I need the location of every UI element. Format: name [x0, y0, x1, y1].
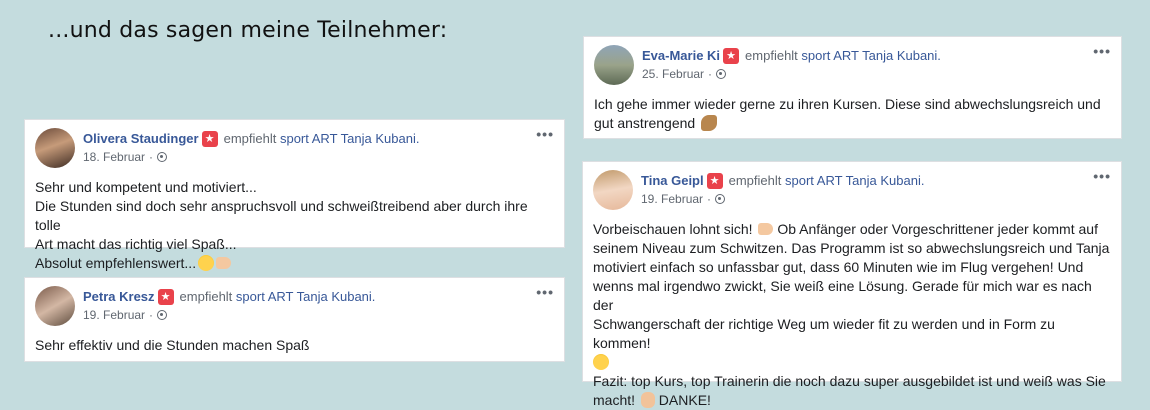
review-text: Vorbeischauen lohnt sich! Ob Anfänger od… [593, 221, 1110, 408]
reviewer-name[interactable]: Petra Kresz [83, 288, 155, 305]
flexed-biceps-emoji-icon [701, 115, 718, 131]
clapping-hands-emoji-icon [640, 392, 655, 408]
review-card-olivera: Olivera Staudinger ★ empfiehlt sport ART… [24, 119, 565, 271]
more-options-icon[interactable]: ••• [536, 284, 554, 300]
review-text: Sehr effektiv und die Stunden machen Spa… [35, 337, 310, 353]
smile-emoji-icon [198, 255, 215, 271]
review-header: Tina Geipl ★ empfiehlt sport ART Tanja K… [593, 168, 1111, 210]
separator-dot: · [708, 67, 713, 81]
recommendation-badge-icon: ★ [723, 47, 740, 64]
review-date[interactable]: 19. Februar [83, 308, 145, 322]
avatar[interactable] [594, 45, 634, 85]
avatar[interactable] [35, 286, 75, 326]
reviewer-name[interactable]: Tina Geipl [641, 172, 704, 189]
review-text: Ich gehe immer wieder gerne zu ihren Kur… [594, 96, 1101, 131]
separator-dot: · [149, 308, 154, 322]
avatar[interactable] [35, 128, 75, 168]
review-header: Olivera Staudinger ★ empfiehlt sport ART… [35, 126, 554, 168]
page-link[interactable]: sport ART Tanja Kubani. [801, 47, 940, 64]
globe-icon [716, 69, 727, 79]
review-date[interactable]: 25. Februar [642, 67, 704, 81]
more-options-icon[interactable]: ••• [1093, 168, 1111, 184]
page-heading: ...und das sagen meine Teilnehmer: [48, 18, 448, 43]
review-date[interactable]: 18. Februar [83, 150, 145, 164]
page-link[interactable]: sport ART Tanja Kubani. [280, 130, 419, 147]
recommends-text: empfiehlt [179, 289, 233, 304]
reviewer-name[interactable]: Eva-Marie Ki [642, 47, 720, 64]
globe-icon [157, 152, 168, 162]
review-card-tina: Tina Geipl ★ empfiehlt sport ART Tanja K… [582, 161, 1122, 408]
review-date[interactable]: 19. Februar [641, 192, 703, 206]
recommends-text: empfiehlt [745, 48, 798, 63]
review-card-petra: Petra Kresz ★ empfiehlt sport ART Tanja … [24, 277, 565, 362]
separator-dot: · [149, 150, 154, 164]
more-options-icon[interactable]: ••• [536, 126, 554, 142]
review-card-eva-marie: Eva-Marie Ki ★ empfiehlt sport ART Tanja… [583, 36, 1122, 139]
page-link[interactable]: sport ART Tanja Kubani. [236, 288, 375, 305]
review-header: Eva-Marie Ki ★ empfiehlt sport ART Tanja… [594, 43, 1111, 85]
recommendation-badge-icon: ★ [706, 172, 723, 189]
recommendation-badge-icon: ★ [201, 130, 218, 147]
recommends-text: empfiehlt [728, 173, 782, 188]
globe-icon [715, 194, 726, 204]
page-link[interactable]: sport ART Tanja Kubani. [785, 172, 924, 189]
recommends-text: empfiehlt [223, 131, 277, 146]
pointing-hand-emoji-icon [216, 257, 232, 269]
globe-icon [157, 310, 168, 320]
pointing-hand-emoji-icon [758, 223, 774, 235]
more-options-icon[interactable]: ••• [1093, 43, 1111, 59]
grinning-sweat-emoji-icon [593, 354, 609, 370]
review-text: Sehr und kompetent und motiviert... Die … [35, 179, 528, 271]
reviewer-name[interactable]: Olivera Staudinger [83, 130, 199, 147]
recommendation-badge-icon: ★ [157, 288, 174, 305]
separator-dot: · [707, 192, 712, 206]
avatar[interactable] [593, 170, 633, 210]
review-header: Petra Kresz ★ empfiehlt sport ART Tanja … [35, 284, 554, 326]
